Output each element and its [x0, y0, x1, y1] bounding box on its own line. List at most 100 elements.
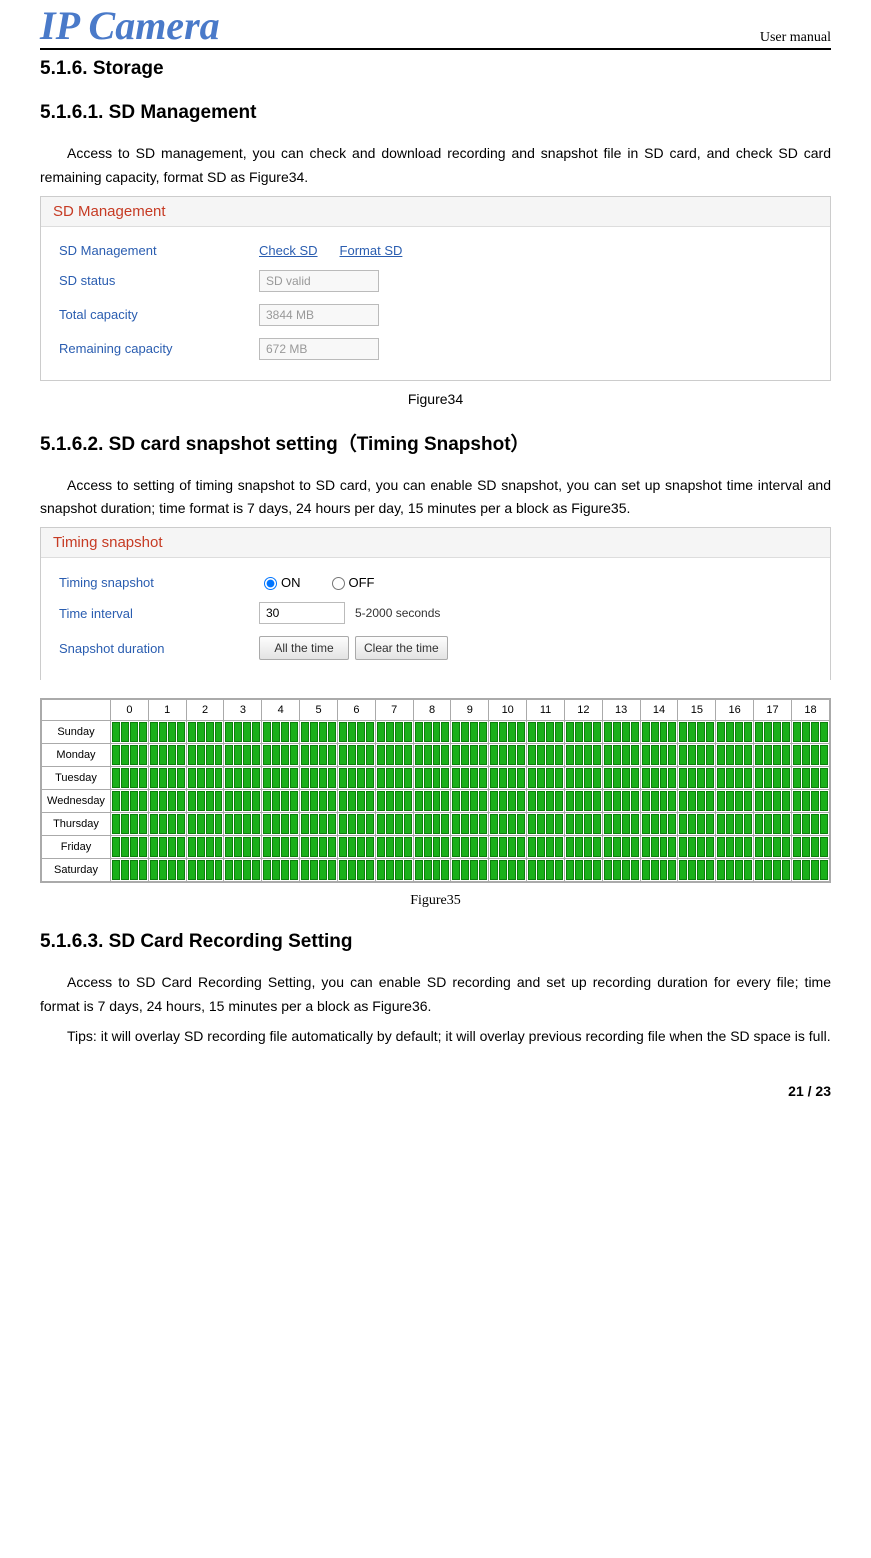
schedule-cell[interactable] — [602, 744, 640, 767]
schedule-cell[interactable] — [564, 721, 602, 744]
schedule-cell[interactable] — [262, 767, 300, 790]
schedule-cell[interactable] — [564, 790, 602, 813]
schedule-cell[interactable] — [186, 790, 224, 813]
schedule-cell[interactable] — [716, 836, 754, 859]
format-sd-link[interactable]: Format SD — [340, 243, 403, 258]
schedule-cell[interactable] — [375, 721, 413, 744]
schedule-cell[interactable] — [337, 859, 375, 882]
schedule-cell[interactable] — [111, 790, 149, 813]
schedule-cell[interactable] — [640, 721, 678, 744]
schedule-cell[interactable] — [451, 744, 489, 767]
schedule-cell[interactable] — [602, 721, 640, 744]
schedule-cell[interactable] — [111, 721, 149, 744]
schedule-cell[interactable] — [148, 790, 186, 813]
schedule-cell[interactable] — [489, 721, 527, 744]
schedule-cell[interactable] — [564, 859, 602, 882]
schedule-cell[interactable] — [148, 744, 186, 767]
schedule-cell[interactable] — [791, 721, 829, 744]
schedule-cell[interactable] — [716, 721, 754, 744]
schedule-cell[interactable] — [300, 721, 338, 744]
schedule-cell[interactable] — [564, 813, 602, 836]
schedule-cell[interactable] — [413, 767, 451, 790]
schedule-cell[interactable] — [791, 767, 829, 790]
schedule-cell[interactable] — [337, 721, 375, 744]
schedule-cell[interactable] — [640, 813, 678, 836]
schedule-cell[interactable] — [337, 836, 375, 859]
schedule-cell[interactable] — [451, 859, 489, 882]
schedule-cell[interactable] — [413, 859, 451, 882]
schedule-cell[interactable] — [451, 767, 489, 790]
schedule-cell[interactable] — [111, 767, 149, 790]
schedule-cell[interactable] — [111, 859, 149, 882]
timing-off-radio[interactable] — [332, 577, 345, 590]
schedule-cell[interactable] — [640, 767, 678, 790]
clear-the-time-button[interactable]: Clear the time — [355, 636, 448, 660]
schedule-cell[interactable] — [527, 767, 565, 790]
schedule-cell[interactable] — [489, 859, 527, 882]
schedule-cell[interactable] — [413, 721, 451, 744]
schedule-cell[interactable] — [111, 813, 149, 836]
schedule-cell[interactable] — [791, 859, 829, 882]
schedule-cell[interactable] — [337, 744, 375, 767]
schedule-cell[interactable] — [678, 813, 716, 836]
schedule-cell[interactable] — [678, 721, 716, 744]
schedule-cell[interactable] — [602, 767, 640, 790]
schedule-cell[interactable] — [375, 836, 413, 859]
schedule-cell[interactable] — [300, 859, 338, 882]
schedule-cell[interactable] — [451, 721, 489, 744]
schedule-cell[interactable] — [186, 744, 224, 767]
schedule-cell[interactable] — [186, 836, 224, 859]
schedule-cell[interactable] — [262, 859, 300, 882]
schedule-cell[interactable] — [337, 767, 375, 790]
schedule-cell[interactable] — [716, 813, 754, 836]
schedule-cell[interactable] — [564, 767, 602, 790]
schedule-cell[interactable] — [111, 836, 149, 859]
schedule-cell[interactable] — [262, 836, 300, 859]
schedule-cell[interactable] — [262, 813, 300, 836]
schedule-cell[interactable] — [413, 836, 451, 859]
schedule-cell[interactable] — [640, 790, 678, 813]
schedule-cell[interactable] — [375, 813, 413, 836]
schedule-cell[interactable] — [375, 790, 413, 813]
schedule-cell[interactable] — [262, 744, 300, 767]
schedule-cell[interactable] — [337, 813, 375, 836]
schedule-cell[interactable] — [754, 744, 792, 767]
schedule-cell[interactable] — [527, 859, 565, 882]
schedule-cell[interactable] — [716, 859, 754, 882]
schedule-cell[interactable] — [148, 767, 186, 790]
timing-on-radio[interactable] — [264, 577, 277, 590]
schedule-cell[interactable] — [640, 744, 678, 767]
schedule-cell[interactable] — [791, 836, 829, 859]
schedule-cell[interactable] — [413, 790, 451, 813]
interval-input[interactable] — [259, 602, 345, 624]
schedule-cell[interactable] — [678, 744, 716, 767]
schedule-cell[interactable] — [186, 859, 224, 882]
all-the-time-button[interactable]: All the time — [259, 636, 349, 660]
schedule-cell[interactable] — [224, 767, 262, 790]
schedule-cell[interactable] — [564, 836, 602, 859]
schedule-cell[interactable] — [148, 859, 186, 882]
schedule-cell[interactable] — [148, 721, 186, 744]
schedule-cell[interactable] — [602, 790, 640, 813]
schedule-cell[interactable] — [375, 744, 413, 767]
schedule-cell[interactable] — [602, 859, 640, 882]
schedule-cell[interactable] — [754, 790, 792, 813]
schedule-cell[interactable] — [300, 767, 338, 790]
schedule-cell[interactable] — [186, 767, 224, 790]
schedule-cell[interactable] — [451, 836, 489, 859]
schedule-cell[interactable] — [413, 744, 451, 767]
schedule-cell[interactable] — [413, 813, 451, 836]
schedule-cell[interactable] — [527, 813, 565, 836]
schedule-cell[interactable] — [337, 790, 375, 813]
schedule-cell[interactable] — [640, 836, 678, 859]
schedule-cell[interactable] — [451, 790, 489, 813]
schedule-cell[interactable] — [678, 767, 716, 790]
schedule-cell[interactable] — [754, 836, 792, 859]
schedule-grid[interactable]: 0123456789101112131415161718SundayMonday… — [40, 698, 831, 883]
schedule-cell[interactable] — [791, 790, 829, 813]
schedule-cell[interactable] — [489, 744, 527, 767]
schedule-cell[interactable] — [300, 836, 338, 859]
schedule-cell[interactable] — [754, 721, 792, 744]
schedule-cell[interactable] — [489, 836, 527, 859]
schedule-cell[interactable] — [602, 836, 640, 859]
